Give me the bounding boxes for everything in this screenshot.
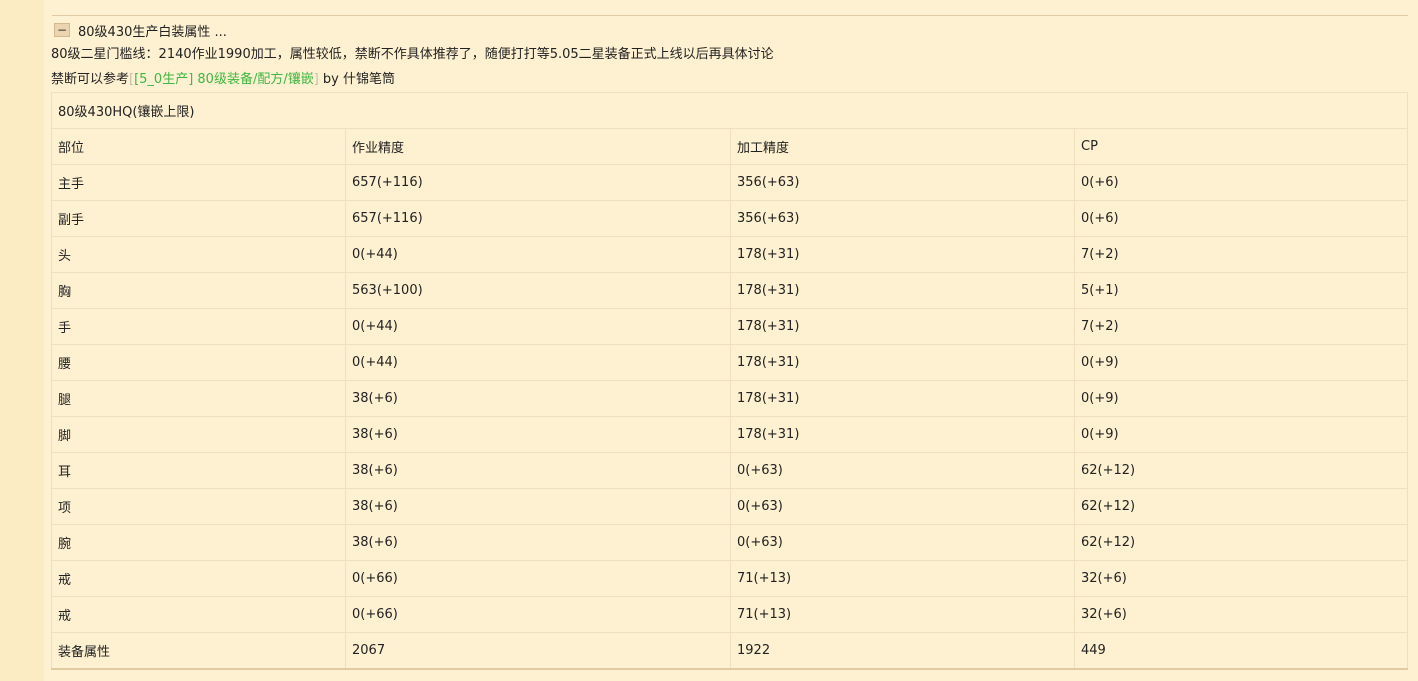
- header-craftsmanship: 作业精度: [345, 128, 731, 165]
- cell-cp: 449: [1074, 632, 1408, 670]
- cell-slot: 腿: [51, 380, 346, 417]
- left-margin-strip: [0, 0, 45, 681]
- cell-craftsmanship: 657(+116): [345, 164, 731, 201]
- cell-cp: 7(+2): [1074, 308, 1408, 345]
- cell-slot: 脚: [51, 416, 346, 453]
- table-row: 戒 0(+66) 71(+13) 32(+6): [51, 560, 1408, 597]
- reference-link[interactable]: [5_0生产] 80级装备/配方/镶嵌: [134, 72, 314, 87]
- cell-craftsmanship: 2067: [345, 632, 731, 670]
- cell-craftsmanship: 0(+44): [345, 236, 731, 273]
- table-total-row: 装备属性 2067 1922 449: [51, 632, 1408, 670]
- table-row: 腿 38(+6) 178(+31) 0(+9): [51, 380, 1408, 417]
- table-row: 头 0(+44) 178(+31) 7(+2): [51, 236, 1408, 273]
- reference-note: 禁断可以参考[[5_0生产] 80级装备/配方/镶嵌] by 什锦笔筒: [51, 71, 395, 89]
- collapse-icon[interactable]: −: [54, 23, 70, 37]
- cell-slot: 副手: [51, 200, 346, 237]
- header-slot: 部位: [51, 128, 346, 165]
- cell-control: 1922: [730, 632, 1075, 670]
- reference-author: by 什锦笔筒: [318, 72, 396, 87]
- cell-control: 178(+31): [730, 416, 1075, 453]
- table-row: 腰 0(+44) 178(+31) 0(+9): [51, 344, 1408, 381]
- cell-control: 0(+63): [730, 488, 1075, 525]
- cell-slot: 装备属性: [51, 632, 346, 670]
- cell-cp: 0(+9): [1074, 416, 1408, 453]
- gear-stats-table: 80级430HQ(镶嵌上限) 部位 作业精度 加工精度 CP 主手 657(+11…: [51, 92, 1408, 670]
- threshold-note: 80级二星门槛线：2140作业1990加工，属性较低，禁断不作具体推荐了，随便打…: [51, 47, 774, 62]
- cell-cp: 32(+6): [1074, 560, 1408, 597]
- cell-slot: 耳: [51, 452, 346, 489]
- table-caption: 80级430HQ(镶嵌上限): [51, 92, 1408, 129]
- cell-slot: 腰: [51, 344, 346, 381]
- table-row: 主手 657(+116) 356(+63) 0(+6): [51, 164, 1408, 201]
- cell-craftsmanship: 38(+6): [345, 380, 731, 417]
- cell-craftsmanship: 38(+6): [345, 524, 731, 561]
- cell-craftsmanship: 0(+66): [345, 560, 731, 597]
- collapse-header[interactable]: − 80级430生产白装属性 ...: [54, 20, 227, 40]
- cell-cp: 0(+6): [1074, 164, 1408, 201]
- table-row: 手 0(+44) 178(+31) 7(+2): [51, 308, 1408, 345]
- table-row: 副手 657(+116) 356(+63) 0(+6): [51, 200, 1408, 237]
- cell-craftsmanship: 563(+100): [345, 272, 731, 309]
- collapse-title[interactable]: 80级430生产白装属性 ...: [78, 21, 227, 40]
- cell-cp: 7(+2): [1074, 236, 1408, 273]
- cell-craftsmanship: 657(+116): [345, 200, 731, 237]
- cell-slot: 戒: [51, 560, 346, 597]
- cell-control: 178(+31): [730, 380, 1075, 417]
- table-caption-row: 80级430HQ(镶嵌上限): [51, 92, 1408, 129]
- cell-control: 356(+63): [730, 164, 1075, 201]
- cell-cp: 62(+12): [1074, 488, 1408, 525]
- cell-cp: 0(+9): [1074, 380, 1408, 417]
- cell-slot: 手: [51, 308, 346, 345]
- cell-craftsmanship: 38(+6): [345, 488, 731, 525]
- post-content: − 80级430生产白装属性 ... 80级二星门槛线：2140作业1990加工…: [44, 0, 1418, 681]
- table-header-row: 部位 作业精度 加工精度 CP: [51, 128, 1408, 165]
- cell-cp: 5(+1): [1074, 272, 1408, 309]
- cell-control: 178(+31): [730, 308, 1075, 345]
- cell-craftsmanship: 0(+66): [345, 596, 731, 633]
- cell-control: 178(+31): [730, 344, 1075, 381]
- cell-control: 0(+63): [730, 524, 1075, 561]
- cell-slot: 戒: [51, 596, 346, 633]
- header-cp: CP: [1074, 128, 1408, 165]
- cell-control: 71(+13): [730, 560, 1075, 597]
- cell-control: 178(+31): [730, 236, 1075, 273]
- table-row: 戒 0(+66) 71(+13) 32(+6): [51, 596, 1408, 633]
- cell-cp: 32(+6): [1074, 596, 1408, 633]
- divider: [52, 15, 1408, 16]
- cell-control: 0(+63): [730, 452, 1075, 489]
- cell-craftsmanship: 0(+44): [345, 344, 731, 381]
- cell-slot: 主手: [51, 164, 346, 201]
- cell-control: 356(+63): [730, 200, 1075, 237]
- table-row: 脚 38(+6) 178(+31) 0(+9): [51, 416, 1408, 453]
- table-row: 腕 38(+6) 0(+63) 62(+12): [51, 524, 1408, 561]
- cell-slot: 腕: [51, 524, 346, 561]
- cell-control: 178(+31): [730, 272, 1075, 309]
- header-control: 加工精度: [730, 128, 1075, 165]
- table-row: 胸 563(+100) 178(+31) 5(+1): [51, 272, 1408, 309]
- cell-slot: 项: [51, 488, 346, 525]
- reference-prefix: 禁断可以参考: [51, 72, 130, 87]
- cell-slot: 胸: [51, 272, 346, 309]
- cell-cp: 0(+6): [1074, 200, 1408, 237]
- cell-craftsmanship: 38(+6): [345, 452, 731, 489]
- cell-craftsmanship: 38(+6): [345, 416, 731, 453]
- cell-cp: 0(+9): [1074, 344, 1408, 381]
- cell-craftsmanship: 0(+44): [345, 308, 731, 345]
- table-row: 项 38(+6) 0(+63) 62(+12): [51, 488, 1408, 525]
- cell-cp: 62(+12): [1074, 524, 1408, 561]
- cell-slot: 头: [51, 236, 346, 273]
- table-row: 耳 38(+6) 0(+63) 62(+12): [51, 452, 1408, 489]
- cell-control: 71(+13): [730, 596, 1075, 633]
- cell-cp: 62(+12): [1074, 452, 1408, 489]
